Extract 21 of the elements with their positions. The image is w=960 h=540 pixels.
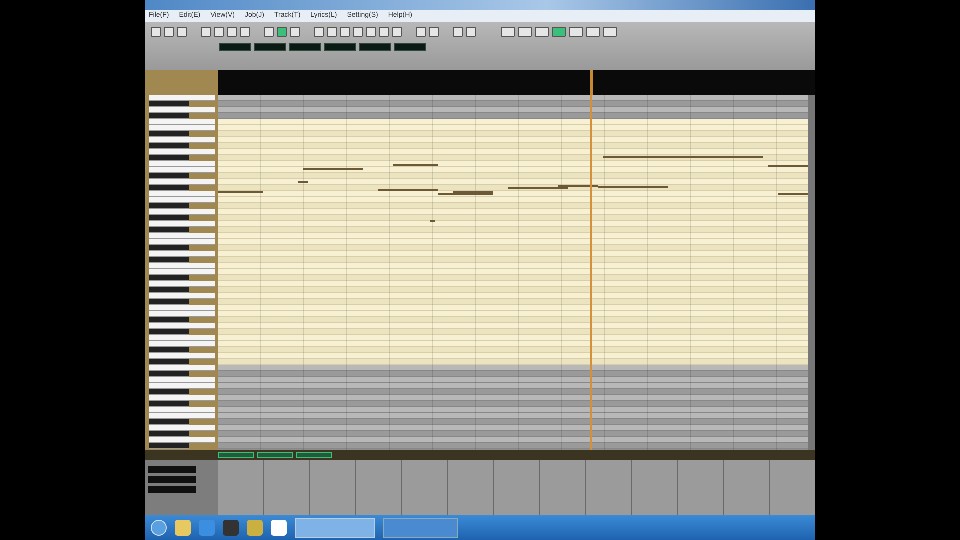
tool-button[interactable] (277, 27, 287, 37)
tool-button[interactable] (290, 27, 300, 37)
transport-button[interactable] (603, 27, 617, 37)
vertical-scrollbar[interactable] (808, 95, 815, 450)
taskbar-app-icon[interactable] (223, 520, 239, 536)
counter-display (219, 43, 251, 51)
transport-button[interactable] (518, 27, 532, 37)
transport-button[interactable] (569, 27, 583, 37)
transport-button[interactable] (552, 27, 566, 37)
start-button[interactable] (151, 520, 167, 536)
taskbar-app-icon[interactable] (271, 520, 287, 536)
counter-display (324, 43, 356, 51)
transport-button[interactable] (501, 27, 515, 37)
tool-button[interactable] (264, 27, 274, 37)
counter-display (359, 43, 391, 51)
counter-display (254, 43, 286, 51)
transport-button[interactable] (586, 27, 600, 37)
counter-display (394, 43, 426, 51)
playhead-marker (590, 70, 593, 95)
counter-display (289, 43, 321, 51)
transport-button[interactable] (535, 27, 549, 37)
